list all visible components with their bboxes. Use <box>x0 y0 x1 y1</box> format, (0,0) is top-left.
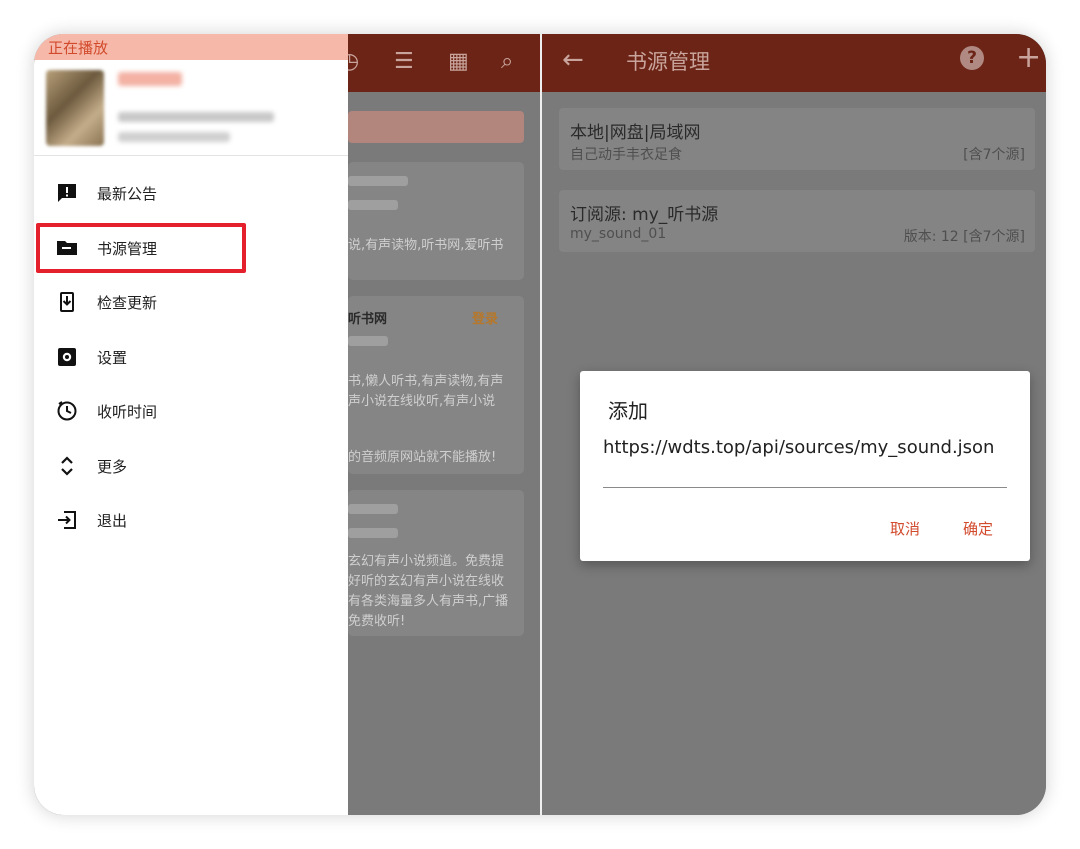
source-subtitle: my_sound_01 <box>570 226 667 242</box>
filter-icon[interactable]: ☰ <box>394 49 414 74</box>
book-source-card[interactable]: 说,有声读物,听书网,爱听书 <box>348 162 524 280</box>
exit-icon <box>58 511 76 529</box>
card-title: 听书网 <box>348 312 388 327</box>
announcement-icon <box>58 184 76 202</box>
card-description: 书,懒人听书,有声读物,有声 <box>348 374 504 389</box>
navigation-drawer: 正在播放 最新公告 书源管理 检查更新 设置 收听时间 更多 退出 <box>34 34 348 815</box>
now-playing-label: 正在播放 <box>48 39 109 57</box>
book-source-item[interactable]: 本地|网盘|局域网 自己动手丰衣足食 [含7个源] <box>559 108 1035 170</box>
drawer-item-announcement[interactable]: 最新公告 <box>34 171 348 215</box>
card-description: 的音频原网站就不能播放! <box>348 450 497 465</box>
source-count: [含7个源] <box>963 147 1025 163</box>
add-source-dialog: 添加 https://wdts.top/api/sources/my_sound… <box>580 371 1030 561</box>
blurred-title <box>118 72 182 86</box>
source-count: [含7个源] <box>963 229 1025 245</box>
book-source-card[interactable]: 玄幻有声小说频道。免费提 好听的玄幻有声小说在线收 有各类海量多人有声书,广播 … <box>348 490 524 636</box>
page-title: 书源管理 <box>626 50 710 74</box>
book-cover <box>46 70 104 146</box>
confirm-button[interactable]: 确定 <box>963 518 993 539</box>
drawer-item-label: 更多 <box>97 458 128 476</box>
gear-icon <box>58 348 76 366</box>
blurred-detail <box>118 132 230 142</box>
source-subtitle: 自己动手丰衣足食 <box>570 147 682 163</box>
card-description: 声小说在线收听,有声小说 <box>348 394 496 409</box>
help-icon[interactable]: ? <box>960 46 984 70</box>
dialog-title: 添加 <box>608 399 648 423</box>
download-update-icon <box>60 292 74 312</box>
card-description: 有各类海量多人有声书,广播 <box>348 594 509 609</box>
cancel-button[interactable]: 取消 <box>890 518 920 539</box>
add-icon[interactable]: + <box>1016 40 1041 75</box>
blurred-detail <box>118 112 274 122</box>
right-app-bar: ← 书源管理 ? + <box>542 34 1046 92</box>
book-source-manager-screen: ← 书源管理 ? + 本地|网盘|局域网 自己动手丰衣足食 [含7个源] 订阅源… <box>542 34 1046 815</box>
drawer-item-label: 退出 <box>97 512 128 530</box>
search-icon[interactable]: ⌕ <box>501 49 513 74</box>
book-source-card[interactable]: 听书网 登录 书,懒人听书,有声读物,有声 声小说在线收听,有声小说 的音频原网… <box>348 296 524 474</box>
source-title: 订阅源: my_听书源 <box>570 205 719 225</box>
card-description: 免费收听! <box>348 614 406 629</box>
book-source-item[interactable]: 订阅源: my_听书源 my_sound_01 版本: 12 [含7个源] <box>559 190 1035 252</box>
source-meta: 版本: 12 [含7个源] <box>904 226 1025 246</box>
card-description: 说,有声读物,听书网,爱听书 <box>348 238 504 253</box>
back-arrow-icon[interactable]: ← <box>562 45 584 75</box>
drawer-item-label: 收听时间 <box>97 403 158 421</box>
now-playing-bar[interactable]: 正在播放 <box>34 34 348 60</box>
notice-banner <box>348 111 524 143</box>
card-description: 玄幻有声小说频道。免费提 <box>348 554 505 569</box>
drawer-item-label: 最新公告 <box>97 185 158 203</box>
drawer-item-label: 设置 <box>97 349 128 367</box>
drawer-item-exit[interactable]: 退出 <box>34 498 348 542</box>
grid-view-icon[interactable]: ▦ <box>448 49 469 74</box>
drawer-item-label: 检查更新 <box>97 294 158 312</box>
source-version: 版本: 12 <box>903 229 959 245</box>
now-playing-profile[interactable] <box>34 60 348 156</box>
device-frame: ◷ ☰ ▦ ⌕ 说,有声读物,听书网,爱听书 听书网 登录 书,懒人听书,有声读… <box>34 34 1046 815</box>
highlight-annotation <box>36 223 246 273</box>
drawer-item-check-update[interactable]: 检查更新 <box>34 280 348 324</box>
source-title: 本地|网盘|局域网 <box>570 123 701 143</box>
card-description: 好听的玄幻有声小说在线收 <box>348 574 505 589</box>
drawer-item-more[interactable]: 更多 <box>34 444 348 488</box>
timer-icon <box>57 401 77 421</box>
source-url-input[interactable]: https://wdts.top/api/sources/my_sound.js… <box>603 435 1007 488</box>
expand-icon <box>61 456 73 476</box>
drawer-item-settings[interactable]: 设置 <box>34 335 348 379</box>
drawer-item-listen-time[interactable]: 收听时间 <box>34 389 348 433</box>
login-link[interactable]: 登录 <box>472 308 498 327</box>
